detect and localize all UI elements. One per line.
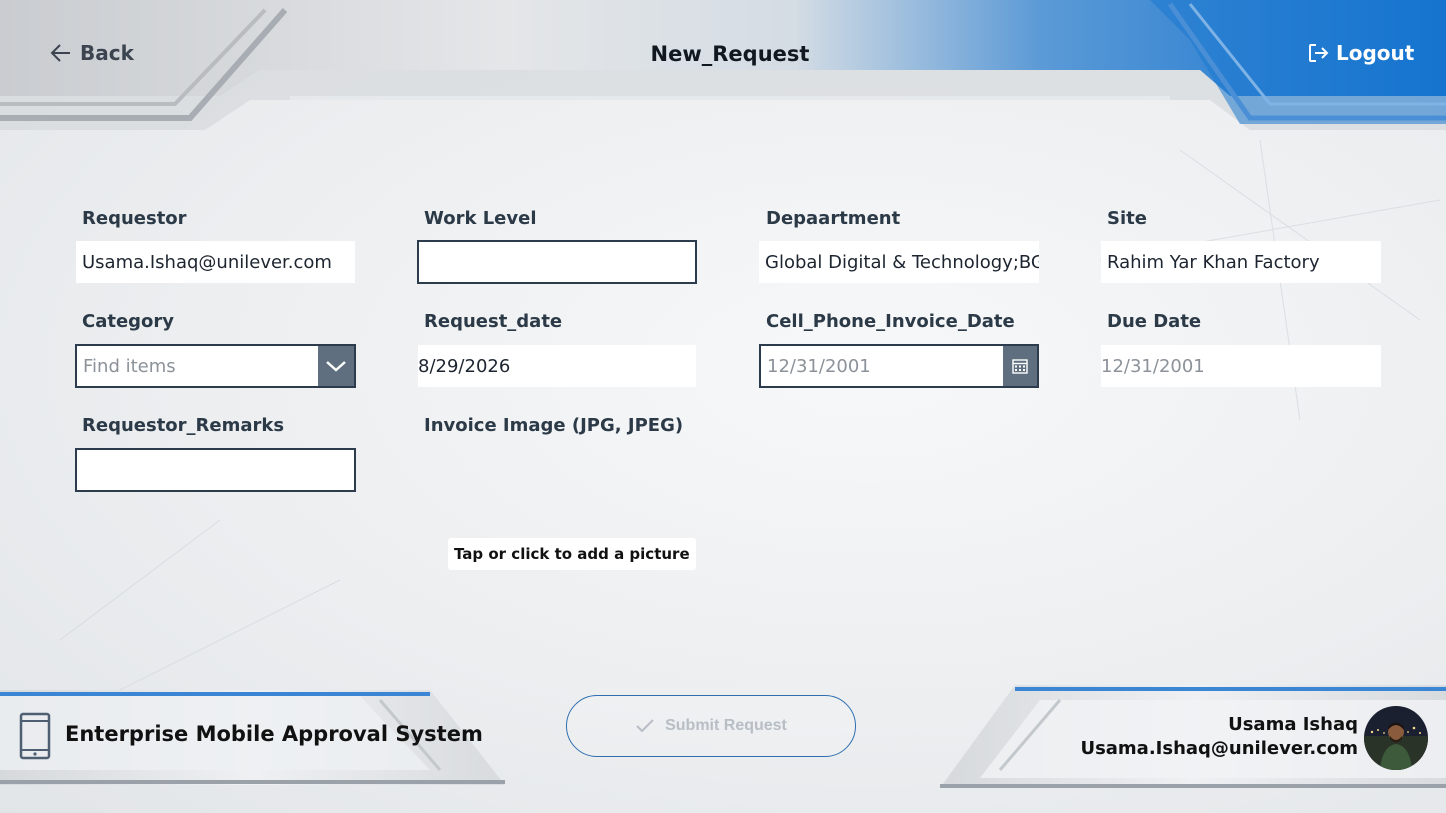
invoice-image-label: Invoice Image (JPG, JPEG) xyxy=(424,415,684,436)
calendar-icon xyxy=(1012,359,1028,374)
logout-label: Logout xyxy=(1336,41,1415,65)
back-label: Back xyxy=(80,41,134,65)
page-title: New_Request xyxy=(650,42,810,66)
logout-icon xyxy=(1309,44,1329,62)
user-name: Usama Ishaq xyxy=(1228,714,1358,735)
check-icon xyxy=(636,719,654,733)
invoice-date-picker[interactable]: 12/31/2001 xyxy=(759,344,1039,388)
mobile-device-icon xyxy=(19,712,51,760)
user-email: Usama.Ishaq@unilever.com xyxy=(1080,738,1358,759)
remarks-label: Requestor_Remarks xyxy=(82,415,285,436)
category-label: Category xyxy=(82,311,175,332)
calendar-button[interactable] xyxy=(1003,346,1037,386)
submit-label: Submit Request xyxy=(665,717,787,734)
site-label: Site xyxy=(1107,208,1147,229)
department-field[interactable]: Global Digital & Technology;BGA xyxy=(759,241,1039,283)
add-picture-button[interactable]: Tap or click to add a picture xyxy=(448,538,696,570)
request-date-label: Request_date xyxy=(424,311,563,332)
site-field[interactable]: Rahim Yar Khan Factory xyxy=(1101,241,1381,283)
avatar-image xyxy=(1364,706,1428,770)
invoice-date-label: Cell_Phone_Invoice_Date xyxy=(766,311,1015,332)
chevron-down-icon xyxy=(326,361,346,372)
department-label: Depaartment xyxy=(766,208,901,229)
due-date-label: Due Date xyxy=(1107,311,1202,332)
requestor-field[interactable]: Usama.Ishaq@unilever.com xyxy=(76,241,355,283)
work-level-label: Work Level xyxy=(424,208,537,229)
arrow-left-icon xyxy=(50,44,70,62)
due-date-field[interactable]: 12/31/2001 xyxy=(1101,345,1381,387)
category-placeholder: Find items xyxy=(83,355,176,377)
background-artwork xyxy=(0,0,1446,788)
work-level-input[interactable] xyxy=(417,240,697,284)
avatar[interactable] xyxy=(1364,706,1428,770)
invoice-date-placeholder: 12/31/2001 xyxy=(767,355,871,377)
app-name: Enterprise Mobile Approval System xyxy=(65,722,483,746)
category-dropdown-button[interactable] xyxy=(318,346,354,386)
submit-request-button[interactable]: Submit Request xyxy=(566,695,856,757)
request-date-field[interactable]: 8/29/2026 xyxy=(418,345,696,387)
requestor-label: Requestor xyxy=(82,208,187,229)
logout-button[interactable]: Logout xyxy=(1306,38,1414,68)
remarks-input[interactable] xyxy=(75,448,356,492)
back-button[interactable]: Back xyxy=(48,38,134,68)
category-dropdown[interactable]: Find items xyxy=(75,344,356,388)
